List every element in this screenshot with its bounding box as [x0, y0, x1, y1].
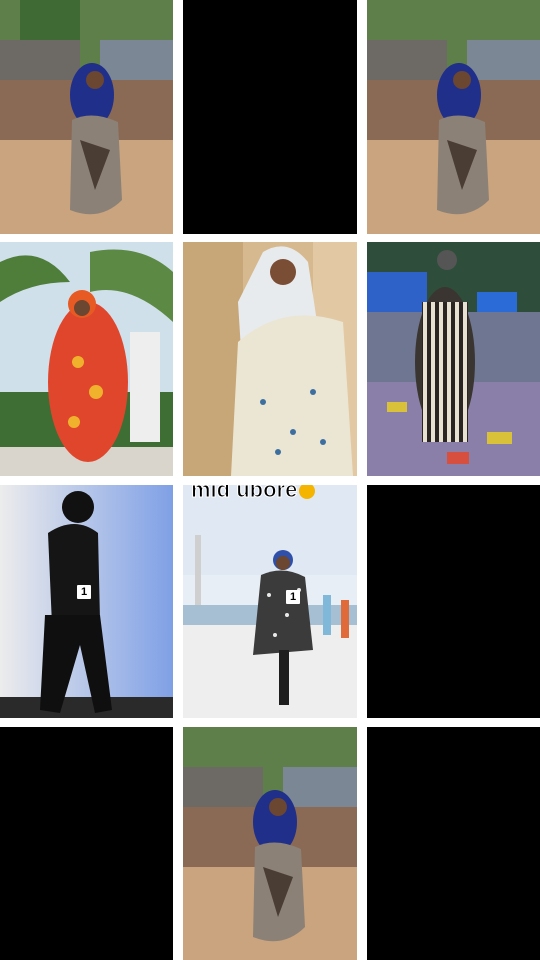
grid-tile-photo[interactable] — [183, 242, 357, 476]
grid-tile-photo[interactable] — [367, 242, 540, 476]
grid-tile-photo[interactable]: 1 — [0, 485, 173, 718]
grid-tile-photo[interactable] — [0, 242, 173, 476]
grid-tile-photo[interactable] — [0, 0, 173, 234]
video-caption: mid ubore — [190, 485, 316, 503]
street-photo — [183, 727, 357, 960]
street-photo — [367, 0, 540, 234]
grid-tile-photo[interactable]: 1 mid ubore — [183, 485, 357, 718]
number-badge: 1 — [77, 585, 91, 599]
grid-tile-photo[interactable] — [367, 0, 540, 234]
grid-tile-empty[interactable] — [0, 727, 173, 960]
grid-tile-empty[interactable] — [183, 0, 357, 234]
beach-photo — [183, 485, 357, 718]
grid-tile-empty[interactable] — [367, 485, 540, 718]
number-badge: 1 — [286, 590, 300, 604]
plaza-photo — [367, 242, 540, 476]
street-photo — [0, 0, 173, 234]
room-photo — [183, 242, 357, 476]
grinning-face-icon — [299, 485, 316, 500]
video-grid: 1 1 mid ubore — [0, 0, 540, 960]
grid-tile-photo[interactable] — [183, 727, 357, 960]
grid-tile-empty[interactable] — [367, 727, 540, 960]
studio-photo — [0, 485, 173, 718]
palm-photo — [0, 242, 173, 476]
